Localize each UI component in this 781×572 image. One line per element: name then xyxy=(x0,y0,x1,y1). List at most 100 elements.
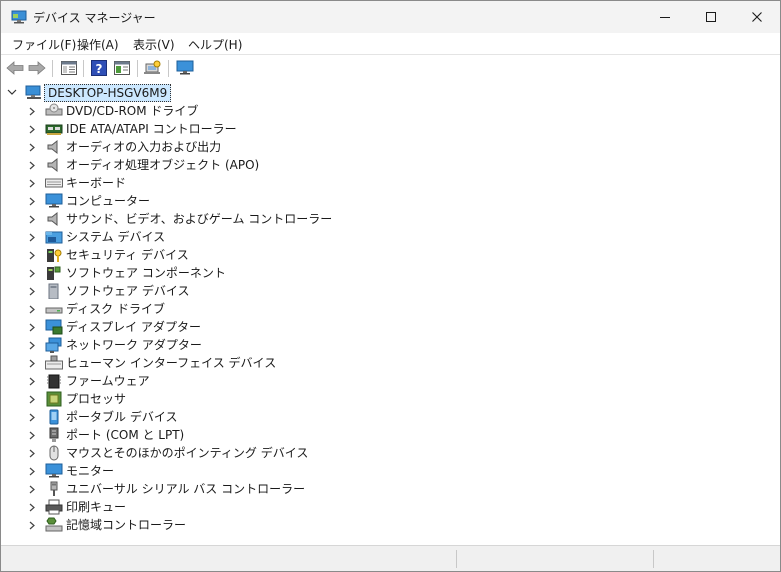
tree-item[interactable]: IDE ATA/ATAPI コントローラー xyxy=(1,120,401,138)
menu-view[interactable]: 表示(V) xyxy=(133,36,175,53)
toolbar-separator xyxy=(83,60,84,77)
tree-item[interactable]: DVD/CD-ROM ドライブ xyxy=(1,102,401,120)
tree-item-label: キーボード xyxy=(66,176,127,190)
mouse-icon xyxy=(49,445,59,461)
tree-item[interactable]: ネットワーク アダプター xyxy=(1,336,401,354)
tree-item[interactable]: オーディオの入力および出力 xyxy=(1,138,401,156)
tree-item[interactable]: オーディオ処理オブジェクト (APO) xyxy=(1,156,401,174)
help-icon: ? xyxy=(91,60,107,76)
chevron-right-icon[interactable] xyxy=(28,323,36,332)
tree-item[interactable]: マウスとそのほかのポインティング デバイス xyxy=(1,444,401,462)
chevron-right-icon[interactable] xyxy=(28,197,36,206)
system-folder-icon xyxy=(45,231,63,244)
tree-item-label: プロセッサ xyxy=(66,392,127,406)
status-pane-divider xyxy=(456,550,457,568)
tree-item[interactable]: 印刷キュー xyxy=(1,498,401,516)
dvd-drive-icon xyxy=(45,103,63,116)
chevron-right-icon[interactable] xyxy=(28,107,36,116)
device-manager-window: デバイス マネージャー ファイル(F) 操作(A) 表示(V) ヘルプ(H) ? xyxy=(0,0,781,572)
tree-item[interactable]: 記憶域コントローラー xyxy=(1,516,401,534)
tree-item[interactable]: ソフトウェア デバイス xyxy=(1,282,401,300)
hid-icon xyxy=(45,355,63,370)
scan-hardware-button[interactable] xyxy=(143,59,163,77)
chevron-right-icon[interactable] xyxy=(28,413,36,422)
tree-item[interactable]: ポータブル デバイス xyxy=(1,408,401,426)
menu-help[interactable]: ヘルプ(H) xyxy=(188,36,242,53)
help-button[interactable]: ? xyxy=(89,59,109,77)
tree-item[interactable]: サウンド、ビデオ、およびゲーム コントローラー xyxy=(1,210,401,228)
chevron-right-icon[interactable] xyxy=(28,377,36,386)
chevron-right-icon[interactable] xyxy=(28,125,36,134)
tree-item[interactable]: コンピューター xyxy=(1,192,401,210)
storage-controller-icon xyxy=(45,517,63,532)
port-icon xyxy=(49,427,59,442)
tree-item[interactable]: キーボード xyxy=(1,174,401,192)
chevron-right-icon[interactable] xyxy=(28,269,36,278)
tree-item-label: ファームウェア xyxy=(66,374,150,388)
chevron-right-icon[interactable] xyxy=(28,467,36,476)
tree-item-label: マウスとそのほかのポインティング デバイス xyxy=(66,446,309,460)
chevron-right-icon[interactable] xyxy=(28,179,36,188)
device-manager-app-icon xyxy=(11,10,27,24)
chevron-right-icon[interactable] xyxy=(28,251,36,260)
firmware-chip-icon xyxy=(47,374,61,389)
chevron-right-icon[interactable] xyxy=(28,215,36,224)
chevron-right-icon[interactable] xyxy=(28,359,36,368)
tree-item[interactable]: ソフトウェア コンポーネント xyxy=(1,264,401,282)
usb-icon xyxy=(50,481,58,496)
printer-icon xyxy=(45,499,63,515)
tree-root[interactable]: DESKTOP-HSGV6M9 xyxy=(1,84,301,102)
device-tree[interactable]: DESKTOP-HSGV6M9 DVD/CD-ROM ドライブ IDE ATA/A… xyxy=(1,82,780,545)
chevron-right-icon[interactable] xyxy=(28,485,36,494)
tree-item-label: システム デバイス xyxy=(66,230,166,244)
scan-hardware-icon xyxy=(144,60,161,74)
title-bar[interactable]: デバイス マネージャー xyxy=(1,1,780,33)
chevron-right-icon[interactable] xyxy=(28,161,36,170)
monitor-icon xyxy=(176,60,194,75)
close-button[interactable] xyxy=(734,1,780,33)
tree-item[interactable]: ファームウェア xyxy=(1,372,401,390)
tree-item[interactable]: プロセッサ xyxy=(1,390,401,408)
tree-item-label: DVD/CD-ROM ドライブ xyxy=(66,104,199,118)
chevron-right-icon[interactable] xyxy=(28,233,36,242)
tree-item-label: オーディオ処理オブジェクト (APO) xyxy=(66,158,260,172)
ide-controller-icon xyxy=(45,124,63,135)
tree-item-label: ポート (COM と LPT) xyxy=(66,428,185,442)
chevron-right-icon[interactable] xyxy=(28,449,36,458)
tree-item[interactable]: ポート (COM と LPT) xyxy=(1,426,401,444)
chevron-right-icon[interactable] xyxy=(28,503,36,512)
tree-item-label: ヒューマン インターフェイス デバイス xyxy=(66,356,277,370)
maximize-button[interactable] xyxy=(688,1,734,33)
tree-item[interactable]: セキュリティ デバイス xyxy=(1,246,401,264)
monitor-button[interactable] xyxy=(175,59,195,77)
forward-button[interactable] xyxy=(27,59,47,77)
tree-item[interactable]: モニター xyxy=(1,462,401,480)
tree-item[interactable]: システム デバイス xyxy=(1,228,401,246)
tree-item[interactable]: ディスク ドライブ xyxy=(1,300,401,318)
minimize-icon xyxy=(660,17,670,18)
network-adapter-icon xyxy=(45,337,62,353)
view-panel-button[interactable] xyxy=(112,59,132,77)
minimize-button[interactable] xyxy=(642,1,688,33)
back-button[interactable] xyxy=(5,59,25,77)
menu-action[interactable]: 操作(A) xyxy=(77,36,119,53)
tree-item-label: ディスプレイ アダプター xyxy=(66,320,201,334)
root-computer-label[interactable]: DESKTOP-HSGV6M9 xyxy=(44,84,172,102)
processor-icon xyxy=(46,391,62,407)
menu-file[interactable]: ファイル(F) xyxy=(12,36,76,53)
software-component-icon xyxy=(47,266,61,280)
tree-item-label: サウンド、ビデオ、およびゲーム コントローラー xyxy=(66,212,333,226)
chevron-down-icon[interactable] xyxy=(7,87,17,97)
chevron-right-icon[interactable] xyxy=(28,305,36,314)
chevron-right-icon[interactable] xyxy=(28,431,36,440)
portable-device-icon xyxy=(49,409,59,425)
chevron-right-icon[interactable] xyxy=(28,287,36,296)
tree-item[interactable]: ヒューマン インターフェイス デバイス xyxy=(1,354,401,372)
properties-button[interactable] xyxy=(59,59,79,77)
chevron-right-icon[interactable] xyxy=(28,395,36,404)
tree-item[interactable]: ユニバーサル シリアル バス コントローラー xyxy=(1,480,401,498)
chevron-right-icon[interactable] xyxy=(28,341,36,350)
tree-item[interactable]: ディスプレイ アダプター xyxy=(1,318,401,336)
chevron-right-icon[interactable] xyxy=(28,521,36,530)
chevron-right-icon[interactable] xyxy=(28,143,36,152)
